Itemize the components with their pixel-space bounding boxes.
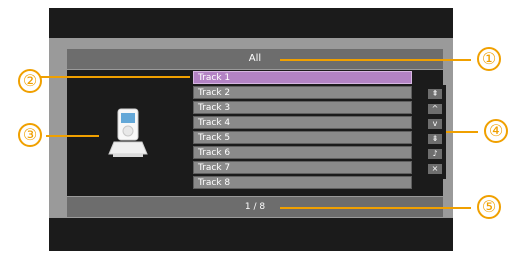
track-item[interactable]: Track 4: [193, 116, 412, 129]
track-item[interactable]: Track 1: [193, 71, 412, 84]
track-label: Track 1: [198, 73, 231, 83]
callout-4: ④: [484, 119, 508, 143]
scroll-up-button[interactable]: ^: [428, 104, 442, 114]
close-button[interactable]: ×: [428, 164, 442, 174]
track-label: Track 8: [198, 178, 231, 188]
track-label: Track 7: [198, 163, 231, 173]
track-label: Track 2: [198, 88, 231, 98]
callout-2: ②: [18, 69, 42, 93]
music-button[interactable]: ♪: [428, 149, 442, 159]
track-item[interactable]: Track 2: [193, 86, 412, 99]
page-down-icon: ⇟: [431, 134, 439, 143]
track-label: Track 5: [198, 133, 231, 143]
callout-line-3: [46, 135, 99, 137]
navigation-controls: ⇞ ^ v ⇟ ♪ ×: [424, 85, 446, 179]
callout-number: ①: [481, 49, 497, 68]
callout-line-1: [280, 59, 471, 61]
track-item[interactable]: Track 5: [193, 131, 412, 144]
track-label: Track 4: [198, 118, 231, 128]
track-label: Track 6: [198, 148, 231, 158]
chevron-up-icon: ^: [431, 104, 439, 113]
callout-3: ③: [18, 123, 42, 147]
track-item[interactable]: Track 8: [193, 176, 412, 189]
music-note-icon: ♪: [432, 149, 438, 158]
callout-line-5: [280, 207, 471, 209]
page-down-button[interactable]: ⇟: [428, 134, 442, 144]
ipod-dock-icon: [107, 106, 149, 160]
page-up-button[interactable]: ⇞: [428, 89, 442, 99]
track-item[interactable]: Track 6: [193, 146, 412, 159]
track-label: Track 3: [198, 103, 231, 113]
callout-1: ①: [477, 47, 501, 71]
callout-number: ⑤: [481, 197, 497, 216]
track-item[interactable]: Track 7: [193, 161, 412, 174]
page-counter: 1 / 8: [244, 202, 266, 212]
callout-5: ⑤: [477, 195, 501, 219]
callout-number: ④: [488, 121, 504, 140]
scroll-down-button[interactable]: v: [428, 119, 442, 129]
callout-number: ③: [22, 125, 38, 144]
callout-number: ②: [22, 71, 38, 90]
chevron-down-icon: v: [432, 119, 438, 128]
callout-line-2: [39, 76, 190, 78]
track-list: Track 1 Track 2 Track 3 Track 4 Track 5 …: [193, 71, 418, 193]
close-icon: ×: [431, 164, 439, 173]
title-label: All: [248, 53, 262, 64]
callout-line-4: [446, 131, 478, 133]
track-item[interactable]: Track 3: [193, 101, 412, 114]
page-up-icon: ⇞: [431, 89, 439, 98]
